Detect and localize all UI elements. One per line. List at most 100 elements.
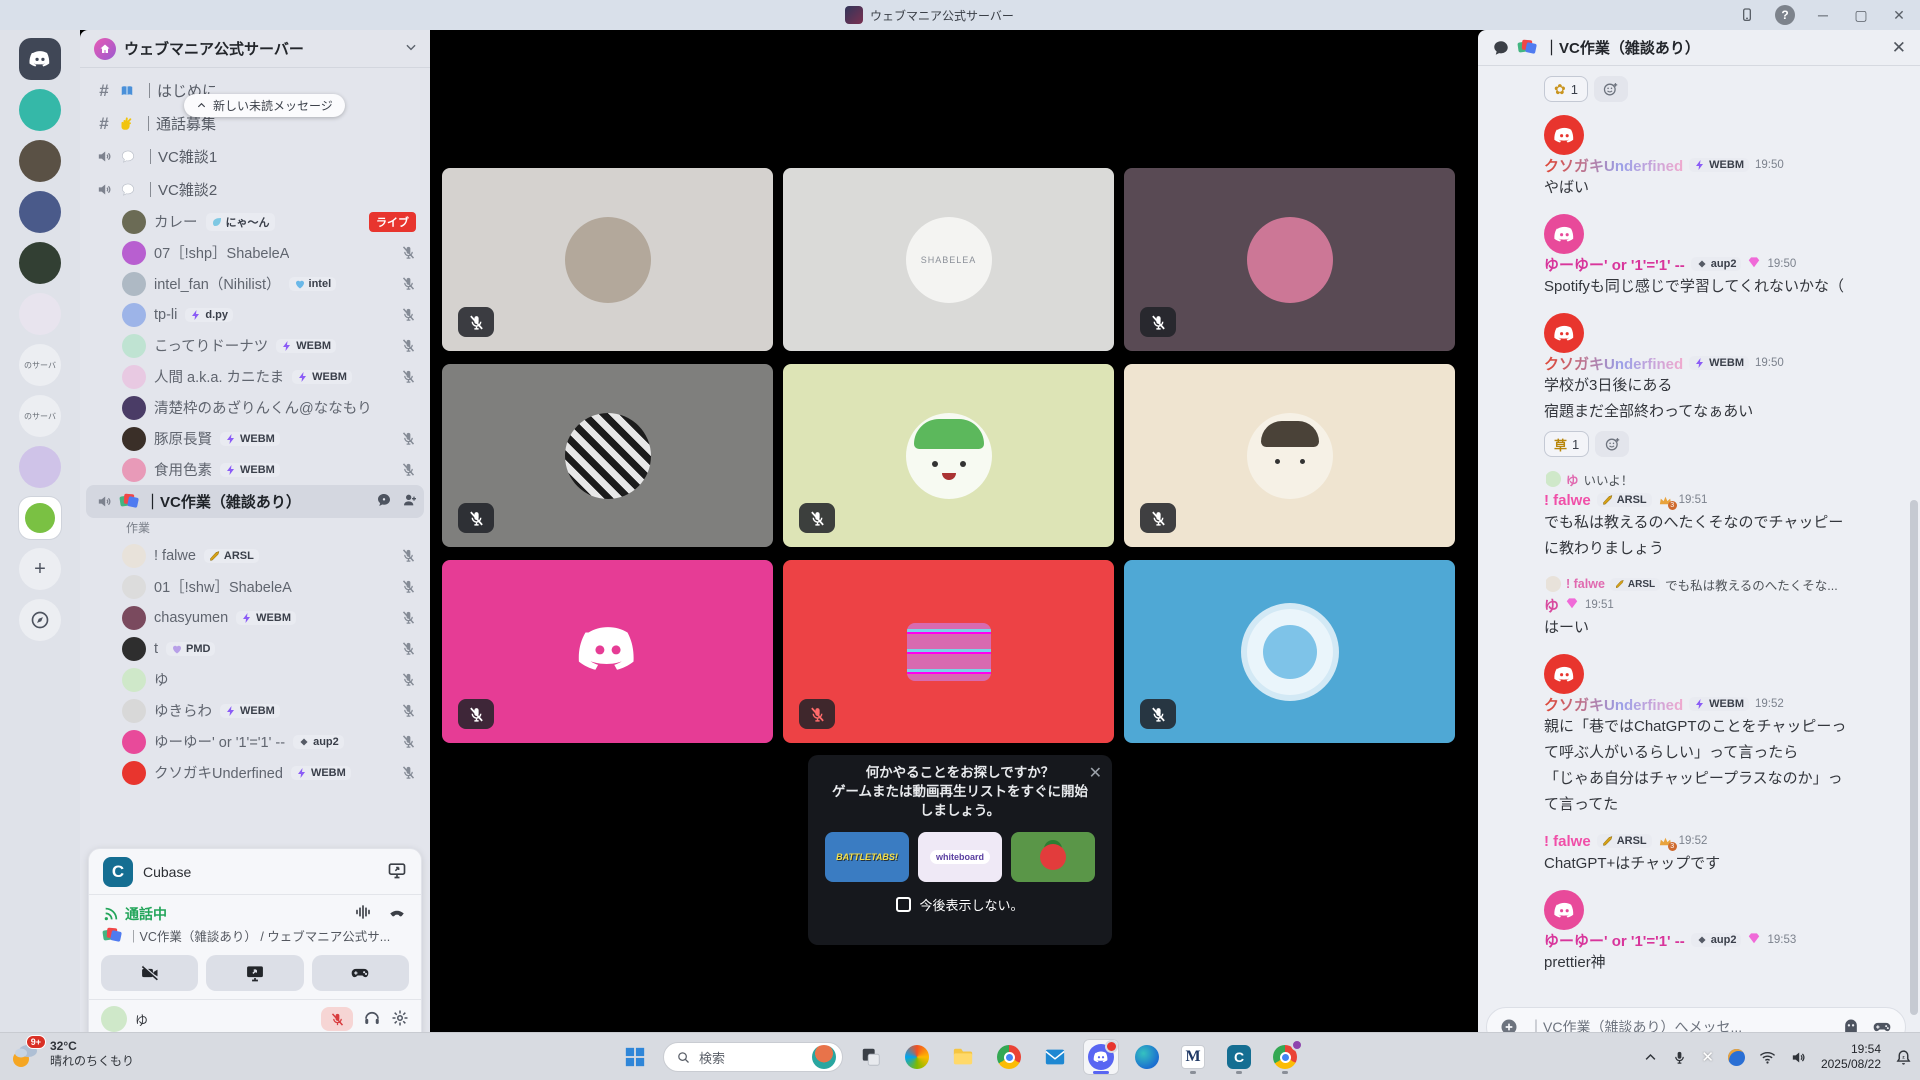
close-button[interactable]: ✕ [1882,2,1916,28]
help-icon[interactable]: ? [1768,2,1802,28]
reaction-pill[interactable]: 草1 [1544,431,1589,457]
screen-share-button[interactable] [206,955,303,991]
reaction-pill[interactable]: ✿1 [1544,76,1588,102]
task-view-button[interactable] [853,1039,889,1075]
taskbar-clock[interactable]: 19:542025/08/22 [1821,1042,1881,1072]
server-icon[interactable] [19,293,61,335]
voice-member-row[interactable]: tp-lid.py [86,299,424,330]
call-location-row[interactable]: ｜VC作業（雑談あり） / ウェブマニア公式サ... [89,924,421,953]
voice-member-row[interactable]: ゆーゆー' or '1'='1' --aup2 [86,726,424,757]
voice-member-row[interactable]: こってりドーナツWEBM [86,330,424,361]
voice-member-row[interactable]: ゆ [86,664,424,695]
author-name[interactable]: クソガキUnderfined [1544,155,1683,176]
gif-gamepad-icon[interactable] [1871,1017,1893,1032]
music-app-icon[interactable]: M [1175,1039,1211,1075]
close-icon[interactable]: ✕ [1892,38,1906,58]
wifi-icon[interactable] [1759,1049,1776,1066]
cubase-taskbar-icon[interactable]: C [1221,1039,1257,1075]
author-name[interactable]: ! falwe [1544,833,1591,850]
discord-taskbar-icon[interactable] [1083,1039,1119,1075]
taskbar-weather-widget[interactable]: 9+ 32°C 晴れのちくもり [8,1037,134,1071]
taskbar-search[interactable]: 検索 [663,1042,843,1072]
invite-members-icon[interactable] [402,492,418,512]
chat-message[interactable]: ! falweARSLでも私は教えるのへたくそな...ゆ19:51はーい [1492,575,1904,641]
inbox-icon[interactable] [1730,2,1764,28]
tray-mic-icon[interactable] [1672,1050,1687,1065]
activity-thumbnail[interactable]: BATTLETABS! [825,832,909,882]
voice-member-row[interactable]: 食用色素WEBM [86,454,424,485]
voice-member-row[interactable]: 人間 a.k.a. カニたまWEBM [86,361,424,392]
discord-home-button[interactable] [19,38,61,80]
server-icon[interactable] [19,191,61,233]
author-name[interactable]: ! falwe [1544,492,1591,509]
voice-activity-icon[interactable] [353,903,373,924]
channel-item[interactable]: ｜VC雑談1 [86,140,424,173]
chrome-icon[interactable] [991,1039,1027,1075]
voice-member-row[interactable]: ! falweARSL [86,540,424,571]
participant-tile[interactable] [1124,560,1455,743]
server-icon[interactable]: のサーバ [19,395,61,437]
tray-expand-icon[interactable] [1643,1050,1658,1065]
hangup-icon[interactable] [387,903,407,924]
chat-message[interactable]: クソガキUnderfinedWEBM19:52親に「巷ではChatGPTのことを… [1492,654,1904,818]
new-unread-banner[interactable]: 新しい未読メッセージ [184,94,345,117]
participant-tile[interactable] [1124,168,1455,351]
dont-show-again-checkbox[interactable] [896,897,911,912]
activity-thumbnail[interactable]: whiteboard [918,832,1002,882]
channel-item[interactable]: ｜VC雑談2 [86,173,424,206]
server-icon[interactable] [19,446,61,488]
chat-message[interactable]: ゆいいよ！! falweARSL319:51でも私は教えるのへたくそなのでチャッ… [1492,470,1904,562]
channel-chat-icon[interactable] [376,492,392,512]
tray-app-x-icon[interactable]: ✕ [1701,1048,1714,1066]
camera-off-button[interactable] [101,955,198,991]
maximize-button[interactable]: ▢ [1844,2,1878,28]
server-icon[interactable] [19,497,61,539]
chat-message[interactable]: クソガキUnderfinedWEBM19:50やばい [1492,115,1904,201]
start-button[interactable] [617,1039,653,1075]
reply-context[interactable]: ! falweARSLでも私は教えるのへたくそな... [1546,575,1904,593]
file-explorer-icon[interactable] [945,1039,981,1075]
avatar[interactable] [1544,115,1584,155]
reply-context[interactable]: ゆいいよ！ [1546,470,1904,488]
author-name[interactable]: クソガキUnderfined [1544,353,1683,374]
chat-message[interactable]: ! falweARSL319:52ChatGPT+はチャップです [1492,831,1904,877]
mic-muted-button[interactable] [321,1007,353,1031]
participant-tile[interactable] [1124,364,1455,547]
settings-gear-icon[interactable] [391,1009,409,1030]
voice-member-row[interactable]: ゆきらわWEBM [86,695,424,726]
server-icon[interactable]: のサーバ [19,344,61,386]
participant-tile[interactable] [783,560,1114,743]
voice-member-row[interactable]: クソガキUnderfinedWEBM [86,757,424,788]
avatar[interactable] [1544,313,1584,353]
activities-button[interactable] [312,955,409,991]
author-name[interactable]: ゆーゆー' or '1'='1' -- [1544,930,1685,951]
edge-icon[interactable] [1129,1039,1165,1075]
participant-tile[interactable] [783,364,1114,547]
sticker-ghost-icon[interactable] [1841,1017,1861,1032]
explore-servers-button[interactable] [19,599,61,641]
participant-tile[interactable] [442,168,773,351]
chat-message[interactable]: クソガキUnderfinedWEBM19:50学校が3日後にある宿題まだ全部終わ… [1492,313,1904,457]
volume-icon[interactable] [1790,1049,1807,1066]
voice-member-row[interactable]: tPMD [86,633,424,664]
stream-activity-icon[interactable] [387,860,407,883]
chat-message[interactable]: ゆーゆー' or '1'='1' --aup219:53prettier神 [1492,890,1904,974]
chrome-profile-icon[interactable] [1267,1039,1303,1075]
avatar[interactable] [1544,890,1584,930]
chat-message[interactable]: ゆーゆー' or '1'='1' --aup219:50Spotifyも同じ感じ… [1492,214,1904,300]
participant-tile[interactable] [442,364,773,547]
message-input[interactable]: ｜VC作業（雑談あり）へメッセ... [1486,1007,1906,1032]
voice-member-row[interactable]: カレーにゃ～んライブ [86,206,424,237]
notification-bell-icon[interactable]: z [1895,1049,1912,1066]
voice-member-row[interactable]: 清楚枠のあざりんくん@ななもり。… [86,392,424,423]
tray-app-ball-icon[interactable] [1728,1049,1745,1066]
server-icon[interactable] [19,242,61,284]
avatar[interactable] [1544,654,1584,694]
author-name[interactable]: ゆーゆー' or '1'='1' -- [1544,254,1685,275]
chat-scrollbar[interactable] [1910,500,1918,1015]
attach-plus-icon[interactable] [1499,1017,1519,1032]
voice-member-row[interactable]: 07［!shp］ShabeleA [86,237,424,268]
activity-thumbnail[interactable] [1011,832,1095,882]
deafen-button[interactable] [363,1009,381,1030]
add-reaction-button[interactable] [1595,431,1629,457]
